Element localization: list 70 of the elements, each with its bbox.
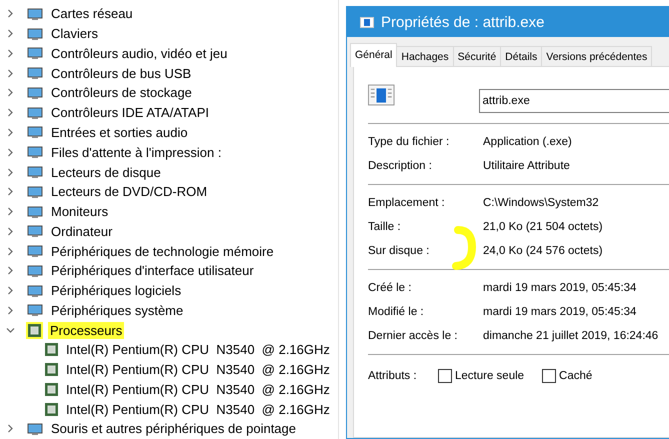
property-value: dimanche 21 juillet 2019, 16:24:46 — [483, 330, 658, 342]
chip-icon — [44, 362, 59, 378]
property-value: Utilitaire Attribute — [483, 160, 570, 172]
tree-item[interactable]: Périphériques système — [49, 302, 186, 319]
property-value: mardi 19 mars 2019, 05:45:34 — [483, 282, 636, 294]
chip-icon — [44, 402, 59, 417]
tree-item[interactable]: Intel(R) Pentium(R) CPU N3540 @ 2.16GHz — [64, 341, 332, 358]
tree-item[interactable]: Lecteurs de disque — [49, 164, 163, 180]
tree-item[interactable]: Intel(R) Pentium(R) CPU N3540 @ 2.16GHz — [64, 400, 332, 418]
tree-item[interactable]: Lecteurs de DVD/CD-ROM — [49, 183, 210, 200]
tree-item[interactable]: Moniteurs — [49, 203, 110, 220]
tree-item[interactable]: Cartes réseau — [49, 5, 135, 22]
property-value: 21,0 Ko (21 504 octets) — [483, 221, 603, 233]
tree-item[interactable]: Ordinateur — [49, 222, 114, 240]
attribute-checkbox[interactable]: Caché — [542, 369, 592, 383]
tree-item[interactable]: Contrôleurs de bus USB — [49, 64, 194, 82]
property-label: Emplacement : — [368, 197, 446, 209]
device-icon — [27, 303, 43, 318]
property-label: Sur disque : — [368, 245, 430, 257]
device-icon — [27, 284, 43, 298]
tree-item[interactable]: Claviers — [49, 25, 100, 42]
tree-item[interactable]: Files d'attente à l'impression : — [49, 144, 224, 161]
window-icon — [360, 16, 374, 28]
device-icon — [27, 422, 43, 436]
device-icon — [27, 145, 43, 160]
device-icon — [27, 204, 43, 219]
property-value: mardi 19 mars 2019, 05:45:34 — [483, 306, 636, 318]
tree-item[interactable]: Contrôleurs de stockage — [49, 84, 194, 102]
tree-item[interactable]: Périphériques logiciels — [49, 282, 184, 300]
device-icon — [27, 86, 43, 100]
property-label: Créé le : — [368, 282, 412, 294]
chip-icon — [44, 342, 59, 358]
tree-item[interactable]: Intel(R) Pentium(R) CPU N3540 @ 2.16GHz — [64, 361, 332, 378]
device-icon — [27, 264, 43, 278]
tab[interactable]: Versions précédentes — [541, 46, 652, 67]
tree-item[interactable]: Contrôleurs audio, vidéo et jeu — [49, 44, 230, 62]
tree-item[interactable]: Souris et autres périphériques de pointage — [49, 420, 298, 438]
property-label: Modifié le : — [368, 306, 425, 318]
device-icon — [27, 125, 43, 140]
device-icon — [27, 46, 43, 60]
attribute-checkbox[interactable]: Lecture seule — [438, 369, 524, 383]
device-icon — [27, 244, 43, 258]
attributes-label: Attributs : — [368, 370, 418, 382]
device-icon — [27, 106, 43, 120]
tree-item[interactable]: Processeurs — [48, 322, 124, 339]
property-value: C:\Windows\System32 — [483, 197, 599, 209]
tree-item[interactable]: Contrôleurs IDE ATA/ATAPI — [49, 104, 211, 122]
property-label: Type du fichier : — [368, 136, 450, 148]
device-icon — [27, 184, 43, 199]
highlighter-scribble — [452, 225, 478, 271]
device-icon — [27, 6, 43, 21]
tab[interactable]: Général — [350, 43, 398, 67]
window-title: Propriétés de : attrib.exe — [381, 14, 544, 30]
property-value: Application (.exe) — [483, 136, 572, 148]
chip-icon — [27, 322, 42, 338]
property-label: Description : — [368, 160, 433, 172]
tree-item[interactable]: Périphériques de technologie mémoire — [49, 242, 276, 260]
tree-item[interactable]: Périphériques d'interface utilisateur — [49, 262, 256, 280]
file-name-field[interactable]: attrib.exe — [478, 89, 669, 113]
device-icon — [27, 26, 43, 41]
tree-item[interactable]: Entrées et sorties audio — [49, 124, 190, 141]
tree-item[interactable]: Intel(R) Pentium(R) CPU N3540 @ 2.16GHz — [64, 380, 332, 398]
property-value: 24,0 Ko (24 576 octets) — [483, 245, 603, 257]
chip-icon — [44, 382, 59, 397]
device-icon — [27, 165, 43, 179]
device-icon — [27, 66, 43, 80]
property-label: Taille : — [368, 221, 402, 233]
application-icon — [368, 84, 395, 106]
device-icon — [27, 224, 43, 238]
property-label: Dernier accès le : — [368, 330, 458, 342]
